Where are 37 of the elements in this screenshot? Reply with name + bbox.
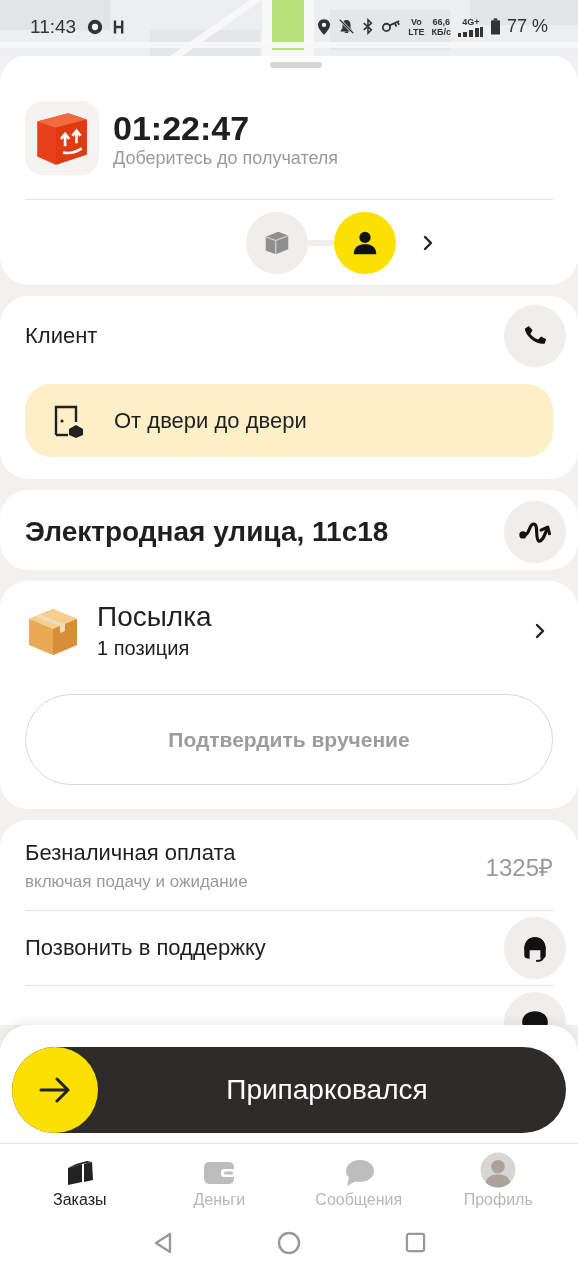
- payment-note: включая подачу и ожидание: [25, 872, 248, 892]
- client-label: Клиент: [25, 323, 98, 349]
- bell-muted-icon: [338, 18, 356, 35]
- location-icon: [317, 17, 332, 36]
- parcel-title: Посылка: [97, 601, 213, 633]
- network-type: 4G+: [462, 16, 480, 27]
- delivery-option: От двери до двери: [114, 407, 307, 434]
- parcel-item[interactable]: Посылка 1 позиция: [25, 581, 566, 660]
- recents-icon[interactable]: [405, 1232, 427, 1253]
- volte-label: Vo: [410, 16, 422, 27]
- support-option[interactable]: Позвонить в поддержку: [25, 935, 266, 961]
- avatar-icon: [480, 1152, 517, 1188]
- payment-method: Безналичная оплата: [25, 840, 237, 866]
- chevron-right-icon: [534, 622, 546, 639]
- tab[interactable]: Заказы: [14, 1144, 145, 1215]
- drag-handle[interactable]: [269, 62, 322, 68]
- notification-icon: [86, 17, 105, 36]
- signal-icon: [457, 26, 484, 37]
- lte-label: LTE: [408, 26, 425, 37]
- address: Электродная улица, 11с18: [25, 516, 389, 548]
- payment-amount: 1325₽: [485, 852, 553, 883]
- order-status: Доберитесь до получателя: [113, 147, 339, 169]
- bluetooth-icon: [362, 18, 375, 35]
- arrow-right-icon: [39, 1077, 71, 1103]
- timer: 01:22:47: [113, 107, 251, 148]
- battery-icon: [490, 18, 500, 35]
- key-icon: [381, 19, 402, 34]
- network-speed: 66,6: [432, 16, 450, 27]
- swipe-button[interactable]: Припарковался: [12, 1047, 566, 1133]
- home-icon[interactable]: [277, 1230, 302, 1255]
- status-time: 11:43: [30, 15, 77, 38]
- chevron-right-icon[interactable]: [421, 235, 434, 251]
- door-with-box-icon: [52, 403, 86, 438]
- swipe-label: Припарковался: [225, 1074, 429, 1106]
- battery-level: 77 %: [506, 16, 548, 37]
- speed-unit: КБ/с: [431, 26, 451, 37]
- item-count: 1 позиция: [97, 637, 191, 660]
